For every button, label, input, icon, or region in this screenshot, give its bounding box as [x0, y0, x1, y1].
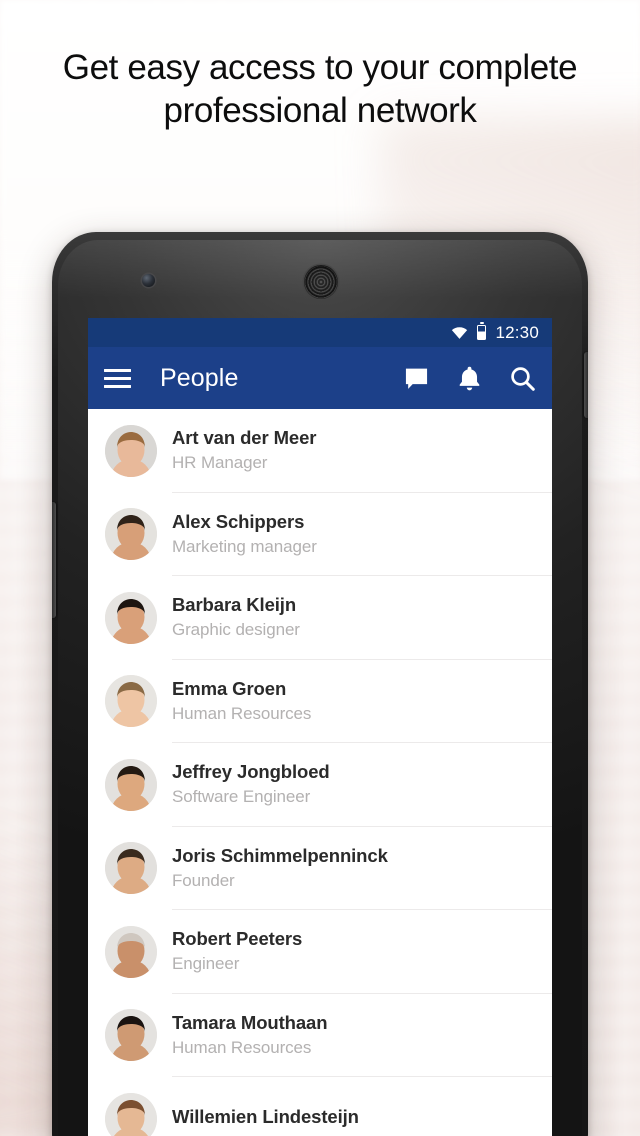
power-button[interactable] — [584, 352, 588, 418]
phone-screen: 12:30 People Art van der Meer HR Manager… — [88, 318, 552, 1136]
volume-button[interactable] — [52, 502, 56, 618]
list-item[interactable]: Tamara Mouthaan Human Resources — [88, 994, 552, 1077]
person-name: Joris Schimmelpenninck — [172, 844, 388, 866]
avatar — [105, 675, 157, 728]
list-item[interactable]: Emma Groen Human Resources — [88, 660, 552, 743]
list-item[interactable]: Art van der Meer HR Manager — [88, 409, 552, 493]
list-item-text: Art van der Meer HR Manager — [172, 427, 317, 474]
avatar — [105, 842, 157, 895]
avatar — [105, 508, 157, 561]
person-role: Marketing manager — [172, 536, 317, 556]
avatar — [105, 591, 157, 644]
person-role: Founder — [172, 870, 235, 890]
list-item[interactable]: Barbara Kleijn Graphic designer — [88, 576, 552, 660]
page-title: People — [160, 363, 239, 392]
list-item-text: Robert Peeters Engineer — [172, 928, 302, 975]
hamburger-menu-icon[interactable] — [104, 368, 131, 388]
person-name: Art van der Meer — [172, 427, 317, 449]
promo-headline: Get easy access to your complete profess… — [62, 48, 578, 130]
avatar — [105, 424, 157, 477]
avatar — [105, 1009, 157, 1062]
list-item-text: Jeffrey Jongbloed Software Engineer — [172, 761, 330, 808]
list-item-text: Joris Schimmelpenninck Founder — [172, 845, 388, 892]
status-bar: 12:30 — [88, 318, 552, 347]
battery-icon — [477, 322, 487, 340]
avatar — [105, 1092, 157, 1136]
app-bar: People — [88, 347, 552, 409]
person-name: Willemien Lindesteijn — [172, 1106, 359, 1128]
person-role: Human Resources — [172, 1037, 312, 1057]
person-role: Engineer — [172, 954, 240, 974]
phone-device: 12:30 People Art van der Meer HR Manager… — [52, 232, 588, 1136]
person-name: Emma Groen — [172, 677, 287, 699]
promo-screenshot: Get easy access to your complete profess… — [0, 0, 640, 1136]
messages-icon[interactable] — [403, 365, 430, 392]
person-role: HR Manager — [172, 453, 268, 473]
notifications-icon[interactable] — [456, 365, 483, 392]
list-item-text: Tamara Mouthaan Human Resources — [172, 1011, 328, 1059]
list-item-text: Barbara Kleijn Graphic designer — [172, 594, 300, 641]
list-item-text: Willemien Lindesteijn — [172, 1106, 359, 1131]
person-name: Tamara Mouthaan — [172, 1011, 328, 1033]
wifi-icon — [452, 327, 468, 339]
list-item[interactable]: Robert Peeters Engineer — [88, 910, 552, 994]
person-name: Robert Peeters — [172, 928, 303, 950]
app-bar-actions — [403, 365, 536, 392]
list-item-text: Emma Groen Human Resources — [172, 678, 311, 725]
status-time: 12:30 — [495, 322, 539, 342]
person-role: Human Resources — [172, 703, 312, 723]
people-list: Art van der Meer HR Manager Alex Schippers… — [88, 409, 552, 1136]
person-name: Jeffrey Jongbloed — [172, 761, 330, 783]
earpiece-speaker-icon — [304, 265, 338, 299]
person-name: Barbara Kleijn — [172, 594, 297, 616]
list-item-text: Alex Schippers Marketing manager — [172, 511, 317, 558]
person-name: Alex Schippers — [172, 510, 305, 532]
avatar — [105, 925, 157, 978]
list-item[interactable]: Alex Schippers Marketing manager — [88, 493, 552, 576]
list-item[interactable]: Jeffrey Jongbloed Software Engineer — [88, 743, 552, 827]
person-role: Graphic designer — [172, 620, 300, 640]
avatar — [105, 758, 157, 811]
list-item[interactable]: Joris Schimmelpenninck Founder — [88, 827, 552, 910]
search-icon[interactable] — [509, 365, 536, 392]
person-role: Software Engineer — [172, 787, 311, 807]
list-item[interactable]: Willemien Lindesteijn — [88, 1077, 552, 1136]
front-camera-icon — [142, 274, 155, 287]
